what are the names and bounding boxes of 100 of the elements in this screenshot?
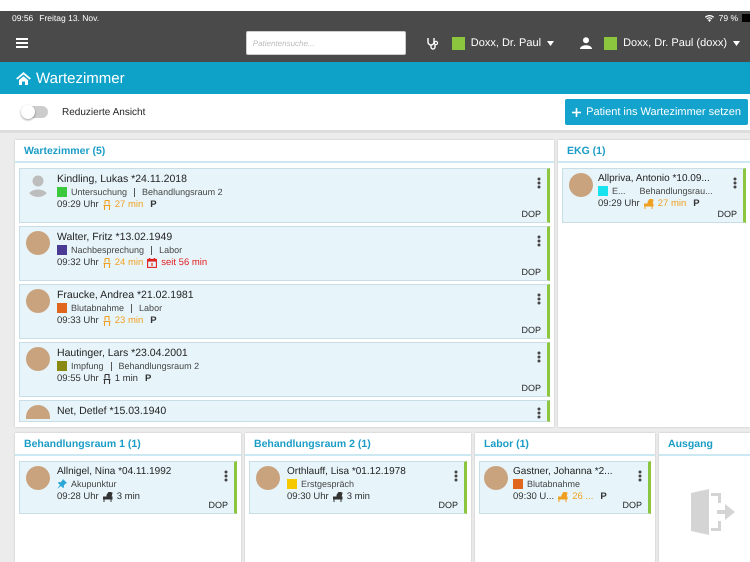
menu-icon[interactable] xyxy=(16,38,28,48)
wait-time: 23 min xyxy=(114,315,144,326)
arrival-time: 09:29 Uhr xyxy=(598,198,640,209)
doctor-initials: DOP xyxy=(521,209,541,219)
doctor-initials: DOP xyxy=(438,500,458,510)
photo-placeholder xyxy=(569,173,593,197)
more-options-icon[interactable] xyxy=(537,177,541,189)
patient-card[interactable]: Gastner, Johanna *2... Blutabnahme 09:30 U... 26 ... P DOP xyxy=(479,461,651,514)
search-field[interactable]: Patientensuche... xyxy=(246,31,406,55)
panel-title: Behandlungsraum 2 (1) xyxy=(245,433,471,456)
patient-name: Allpriva, Antonio *10.09... xyxy=(598,173,711,184)
priority-label: P xyxy=(600,491,607,502)
appointment-type: Blutabnahme xyxy=(527,479,580,489)
status-time: 09:56 xyxy=(12,12,34,22)
more-options-icon[interactable] xyxy=(733,177,737,189)
appointment-type: E... xyxy=(612,186,626,196)
more-options-icon[interactable] xyxy=(537,293,541,305)
patient-card[interactable]: Kindling, Lukas *24.11.2018 Untersuchung Behandlungsraum 2 09:29 Uhr 27 min P DOP xyxy=(19,168,550,223)
wait-time: 3 min xyxy=(346,491,370,502)
panel-title: Ausgang xyxy=(659,433,750,456)
appointment-type: Erstgespräch xyxy=(301,479,354,489)
wait-time: 24 min xyxy=(114,257,144,268)
doctor-initials: DOP xyxy=(521,267,541,277)
stethoscope-icon xyxy=(426,36,440,50)
photo-placeholder xyxy=(26,466,50,490)
more-options-icon[interactable] xyxy=(537,235,541,247)
user-selector[interactable]: Doxx, Dr. Paul (doxx) xyxy=(580,36,740,50)
patient-card[interactable]: Hautinger, Lars *23.04.2001 Impfung Behandlungsraum 2 09:55 Uhr 1 min P DOP xyxy=(19,342,550,397)
patient-card[interactable]: Walter, Fritz *13.02.1949 Nachbesprechung Labor 09:32 Uhr 24 min seit 56 min DOP xyxy=(19,226,550,281)
toggle-switch[interactable] xyxy=(22,106,48,118)
priority-label: P xyxy=(144,373,152,384)
room-name: Labor xyxy=(139,303,162,313)
room-name: Behandlungsraum 2 xyxy=(118,361,200,371)
arrival-time: 09:28 Uhr xyxy=(57,491,99,502)
arrival-time: 09:30 Uhr xyxy=(287,491,329,502)
arrival-time: 09:29 Uhr xyxy=(57,199,99,210)
overdue-time: seit 56 min xyxy=(161,257,208,268)
wait-time: 3 min xyxy=(116,491,140,502)
toggle-label: Reduzierte Ansicht xyxy=(62,106,146,118)
patient-name: Hautinger, Lars *23.04.2001 xyxy=(57,347,189,359)
arrival-time: 09:30 U... xyxy=(513,491,554,502)
photo-placeholder xyxy=(26,347,50,371)
home-icon xyxy=(16,72,31,84)
priority-label: P xyxy=(150,315,157,326)
battery-icon xyxy=(742,14,750,22)
pushpin-icon xyxy=(57,479,67,489)
caret-icon xyxy=(547,40,554,46)
room-name: Behandlungsrau... xyxy=(640,186,713,196)
arrival-time: 09:32 Uhr xyxy=(57,257,99,268)
photo-placeholder xyxy=(26,405,50,419)
more-options-icon[interactable] xyxy=(537,351,541,363)
patient-card[interactable]: Fraucke, Andrea *21.02.1981 Blutabnahme Labor 09:33 Uhr 23 min P DOP xyxy=(19,284,550,339)
wait-time: 27 min xyxy=(658,198,686,209)
panel-title: EKG (1) xyxy=(558,140,750,163)
doctor-initials: DOP xyxy=(521,383,541,393)
arrival-time: 09:55 Uhr xyxy=(57,373,99,384)
patient-name: Gastner, Johanna *2... xyxy=(513,466,614,477)
exit-door-icon xyxy=(690,488,734,534)
status-date: Freitag 13. Nov. xyxy=(39,12,100,22)
patient-name: Fraucke, Andrea *21.02.1981 xyxy=(57,289,195,301)
wifi-icon xyxy=(704,14,715,22)
arrival-time: 09:33 Uhr xyxy=(57,315,99,326)
priority-label: P xyxy=(693,198,700,209)
wait-time: 27 min xyxy=(114,199,144,210)
more-options-icon[interactable] xyxy=(224,470,228,482)
wait-time: 1 min xyxy=(114,373,138,384)
appointment-type: Blutabnahme xyxy=(71,303,124,313)
room-name: Labor xyxy=(159,245,182,255)
doctor-initials: DOP xyxy=(717,209,737,219)
patient-name: Kindling, Lukas *24.11.2018 xyxy=(57,173,188,185)
panel-title: Behandlungsraum 1 (1) xyxy=(15,433,241,456)
more-options-icon[interactable] xyxy=(638,470,642,482)
patient-card[interactable]: Orthlauff, Lisa *01.12.1978 Erstgespräch 09:30 Uhr 3 min DOP xyxy=(249,461,467,514)
patient-name: Orthlauff, Lisa *01.12.1978 xyxy=(287,466,407,477)
appointment-type: Untersuchung xyxy=(71,187,128,197)
appointment-type: Nachbesprechung xyxy=(71,245,144,255)
photo-placeholder xyxy=(26,231,50,255)
page-title: Wartezimmer xyxy=(36,70,125,86)
photo-placeholder xyxy=(256,466,280,490)
patient-card[interactable]: Allpriva, Antonio *10.09... E... Behandlungsrau... 09:29 Uhr 27 min P DOP xyxy=(562,168,746,223)
doctor-initials: DOP xyxy=(622,500,642,510)
appointment-type: Impfung xyxy=(71,361,104,371)
calendar-icon xyxy=(147,258,158,268)
panel-title: Labor (1) xyxy=(475,433,655,456)
patient-card[interactable]: Allnigel, Nina *04.11.1992 Akupunktur 09:28 Uhr 3 min DOP xyxy=(19,461,237,514)
doctor-initials: DOP xyxy=(208,500,228,510)
caret-icon xyxy=(733,40,740,46)
priority-label: P xyxy=(150,199,157,210)
patient-name: Allnigel, Nina *04.11.1992 xyxy=(57,466,172,477)
more-options-icon[interactable] xyxy=(537,407,541,419)
appointment-type: Akupunktur xyxy=(71,479,117,489)
wait-time: 26 ... xyxy=(572,491,594,502)
plus-icon xyxy=(572,108,582,116)
patient-card[interactable]: Net, Detlef *15.03.1940 xyxy=(19,400,550,422)
more-options-icon[interactable] xyxy=(454,470,458,482)
person-icon xyxy=(580,37,592,49)
photo-placeholder xyxy=(26,289,50,313)
doctor-initials: DOP xyxy=(521,325,541,335)
practitioner-selector[interactable]: Doxx, Dr. Paul xyxy=(426,36,554,50)
photo-placeholder xyxy=(484,466,508,490)
